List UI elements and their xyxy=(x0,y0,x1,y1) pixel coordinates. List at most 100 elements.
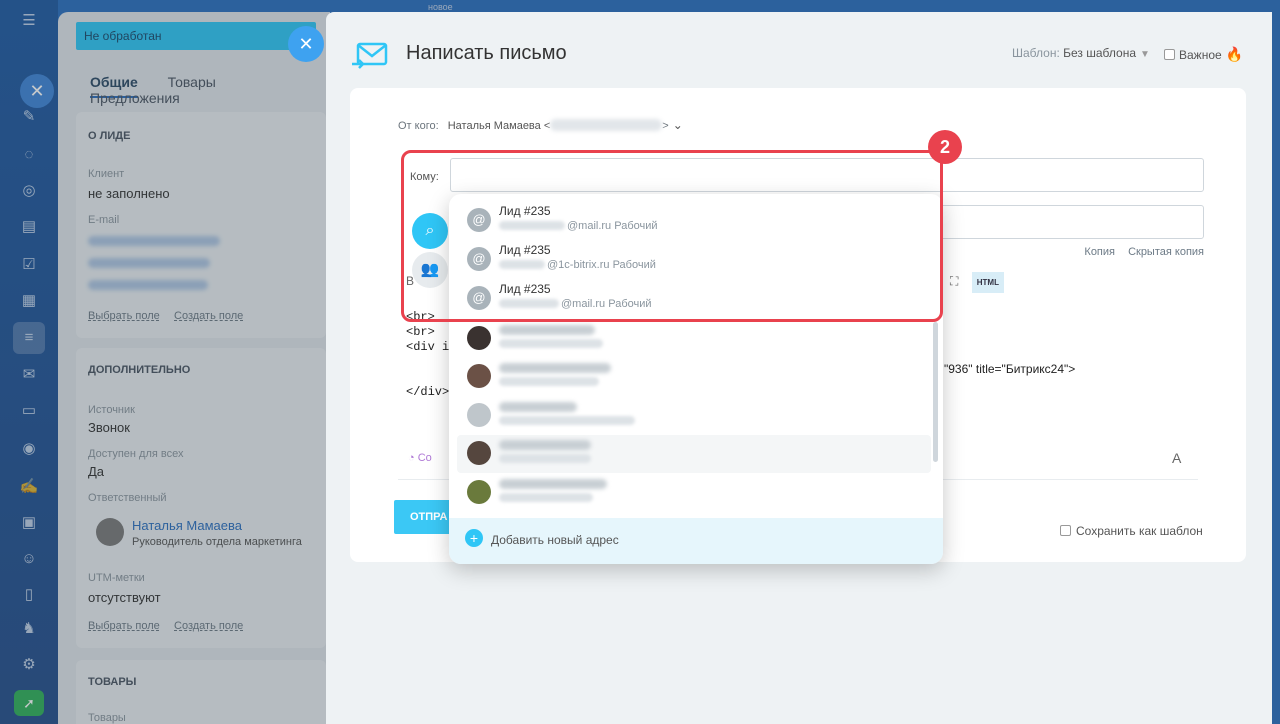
fire-icon: 🔥 xyxy=(1225,46,1244,62)
select-field-link[interactable]: Выбрать поле xyxy=(88,310,160,322)
save-template-label: Сохранить как шаблон xyxy=(1076,524,1203,538)
docs-icon[interactable]: ▤ xyxy=(18,216,40,238)
chevron-down-icon: ▼ xyxy=(1140,49,1150,60)
blurred-email xyxy=(499,376,601,388)
close-slider-icon[interactable]: ✕ xyxy=(288,26,324,62)
from-email-blurred xyxy=(550,119,663,131)
list-item[interactable] xyxy=(457,397,931,435)
add-address-label: Добавить новый адрес xyxy=(491,533,619,547)
save-template-checkbox[interactable] xyxy=(1060,525,1071,536)
sidebar-close-icon[interactable]: ✕ xyxy=(20,74,54,108)
crm-icon[interactable]: ≡ xyxy=(13,322,45,354)
lead-card: Не обработан ✕ Общие Товары Предложения … xyxy=(58,12,330,724)
responsible-label: Ответственный xyxy=(88,492,167,504)
font-format-button[interactable]: A xyxy=(1172,450,1181,466)
fullscreen-icon[interactable]: ⛶ xyxy=(950,274,958,288)
contact-card-icon[interactable]: ▣ xyxy=(18,512,40,534)
blurred-email xyxy=(499,492,595,504)
client-label: Клиент xyxy=(88,168,125,180)
menu-icon[interactable]: ☰ xyxy=(18,10,40,32)
source-value: Звонок xyxy=(88,420,130,435)
avatar xyxy=(467,480,491,504)
list-item[interactable] xyxy=(457,358,931,396)
available-label: Доступен для всех xyxy=(88,448,184,460)
step-badge: 2 xyxy=(928,130,962,164)
from-label: От кого: xyxy=(398,120,439,132)
goods-label: Товары xyxy=(88,712,126,724)
about-header: О ЛИДЕ xyxy=(88,130,131,142)
tab-goods[interactable]: Товары xyxy=(168,74,216,90)
users-icon[interactable]: ☺ xyxy=(18,548,40,570)
client-value: не заполнено xyxy=(88,186,170,201)
blurred-name xyxy=(499,399,577,412)
scrollbar[interactable] xyxy=(933,322,938,462)
template-selector[interactable]: Шаблон: Без шаблона ▼ xyxy=(1012,46,1150,60)
template-label: Шаблон: xyxy=(1012,46,1060,60)
additional-header: ДОПОЛНИТЕЛЬНО xyxy=(88,364,191,376)
tasks-icon[interactable]: ✎ xyxy=(18,106,40,128)
editor-toolbar-right: ⛶ HTML xyxy=(950,272,1004,293)
copy-links: Копия Скрытая копия xyxy=(1074,246,1204,258)
save-as-template[interactable]: Сохранить как шаблон xyxy=(1060,524,1203,538)
from-name: Наталья Мамаева < xyxy=(447,120,551,132)
robot-icon[interactable]: ♞ xyxy=(18,618,40,640)
lead-tabs: Общие Товары Предложения xyxy=(90,74,330,106)
utm-label: UTM-метки xyxy=(88,572,145,584)
rocket-icon[interactable]: ➚ xyxy=(14,690,44,716)
blurred-name xyxy=(499,476,607,489)
target-icon[interactable]: ◉ xyxy=(18,438,40,460)
feed-icon[interactable]: ◎ xyxy=(18,180,40,202)
mail-icon[interactable]: ✉ xyxy=(18,364,40,386)
create-field-link-2[interactable]: Создать поле xyxy=(174,620,243,632)
responsible-avatar xyxy=(96,518,124,546)
create-field-link[interactable]: Создать поле xyxy=(174,310,243,322)
bcc-link[interactable]: Скрытая копия xyxy=(1128,246,1204,258)
responsible-name[interactable]: Наталья Мамаева xyxy=(132,518,242,533)
blurred-name xyxy=(499,437,591,450)
status-stage[interactable]: Не обработан xyxy=(76,22,316,50)
html-button[interactable]: HTML xyxy=(971,272,1004,293)
calendar-icon[interactable]: ▦ xyxy=(18,290,40,312)
copilot-label: Co xyxy=(417,452,432,464)
email-label: E-mail xyxy=(88,214,120,226)
blurred-name xyxy=(499,322,595,335)
email-blurred-2 xyxy=(88,258,210,268)
plus-icon: + xyxy=(465,529,483,547)
template-value[interactable]: Без шаблона xyxy=(1063,46,1136,60)
copilot-button[interactable]: ◔ Co xyxy=(408,452,432,464)
blurred-email xyxy=(499,338,605,350)
editor-code-tail: "936" title="Битрикс24"> xyxy=(944,362,1076,376)
chevron-down-icon[interactable]: ⌄ xyxy=(673,118,683,132)
tab-offers[interactable]: Предложения xyxy=(90,90,180,106)
list-item[interactable] xyxy=(457,435,931,473)
important-toggle[interactable]: Важное 🔥 xyxy=(1164,46,1243,63)
blurred-email xyxy=(499,453,593,465)
email-blurred-1 xyxy=(88,236,220,246)
about-panel: О ЛИДЕ Клиент не заполнено E-mail Выбрат… xyxy=(76,112,326,338)
blurred-name xyxy=(499,360,611,373)
source-label: Источник xyxy=(88,404,135,416)
shop-icon[interactable]: ▭ xyxy=(18,400,40,422)
user-placeholder-icon xyxy=(467,403,491,427)
list-item[interactable] xyxy=(457,474,931,512)
responsible-role: Руководитель отдела маркетинга xyxy=(132,536,302,548)
page-title: Написать письмо xyxy=(406,42,567,64)
avatar xyxy=(467,364,491,388)
file-icon[interactable]: ▯ xyxy=(18,584,40,606)
sign-icon[interactable]: ✍ xyxy=(18,476,40,498)
select-field-link-2[interactable]: Выбрать поле xyxy=(88,620,160,632)
available-value: Да xyxy=(88,464,105,479)
cc-link[interactable]: Копия xyxy=(1084,246,1115,258)
list-item[interactable] xyxy=(457,320,931,358)
left-sidebar: ☰ ✎ ◌ ◎ ▤ ☑ ▦ ≡ ✉ ▭ ◉ ✍ ▣ ☺ ▯ ♞ ⚙ ➚ xyxy=(0,0,58,724)
utm-value: отсутствуют xyxy=(88,590,161,605)
from-row[interactable]: От кого: Наталья Мамаева < > ⌄ xyxy=(398,118,683,132)
important-checkbox[interactable] xyxy=(1164,49,1175,60)
add-address-button[interactable]: + Добавить новый адрес xyxy=(449,518,943,564)
checklist-icon[interactable]: ☑ xyxy=(18,254,40,276)
goods-header: ТОВАРЫ xyxy=(88,676,137,688)
avatar xyxy=(467,441,491,465)
top-ghost-text: новое xyxy=(428,2,453,12)
settings-icon[interactable]: ⚙ xyxy=(18,654,40,676)
chat-icon[interactable]: ◌ xyxy=(18,144,40,166)
